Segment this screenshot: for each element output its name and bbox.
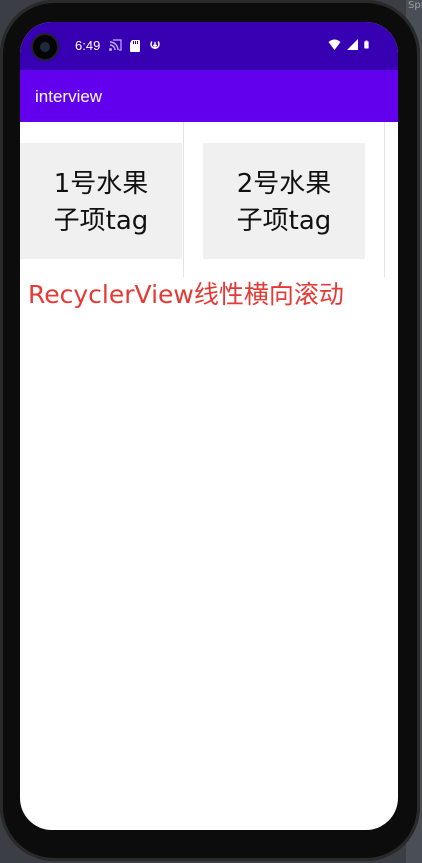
data-saver-icon bbox=[150, 41, 160, 49]
camera-lens bbox=[40, 42, 50, 52]
list-item[interactable]: 2号水果 子项tag bbox=[184, 122, 385, 277]
item-text: 1号水果 子项tag bbox=[20, 166, 182, 240]
item-tag: 子项tag bbox=[236, 206, 332, 236]
item-title: 1号水果 bbox=[53, 169, 149, 199]
signal-icon bbox=[347, 39, 358, 50]
phone-frame: 6:49 interview 1号水果 子项tag 2号水果 子项tag Rec… bbox=[0, 0, 420, 861]
app-bar: interview bbox=[20, 70, 398, 122]
list-item[interactable]: 1号水果 子项tag bbox=[20, 122, 184, 277]
front-camera bbox=[33, 35, 57, 59]
system-icons bbox=[328, 38, 372, 51]
device-screen: 6:49 interview 1号水果 子项tag 2号水果 子项tag Rec… bbox=[20, 22, 398, 830]
background-window-text: Spr bbox=[408, 0, 422, 11]
status-bar: 6:49 bbox=[20, 22, 398, 70]
app-title: interview bbox=[35, 87, 103, 106]
status-time: 6:49 bbox=[75, 38, 101, 53]
wifi-icon bbox=[328, 39, 341, 50]
item-tag: 子项tag bbox=[53, 206, 149, 236]
battery-icon bbox=[364, 40, 369, 49]
recycler-view[interactable]: 1号水果 子项tag 2号水果 子项tag bbox=[20, 122, 398, 277]
item-card[interactable]: 2号水果 子项tag bbox=[203, 143, 365, 259]
item-card[interactable]: 1号水果 子项tag bbox=[20, 143, 182, 259]
cast-icon bbox=[109, 39, 122, 51]
sd-card-icon bbox=[130, 40, 140, 52]
caption-text: RecyclerView线性横向滚动 bbox=[28, 280, 344, 309]
notification-icons bbox=[108, 39, 162, 52]
item-text: 2号水果 子项tag bbox=[203, 166, 365, 240]
item-title: 2号水果 bbox=[236, 169, 332, 199]
